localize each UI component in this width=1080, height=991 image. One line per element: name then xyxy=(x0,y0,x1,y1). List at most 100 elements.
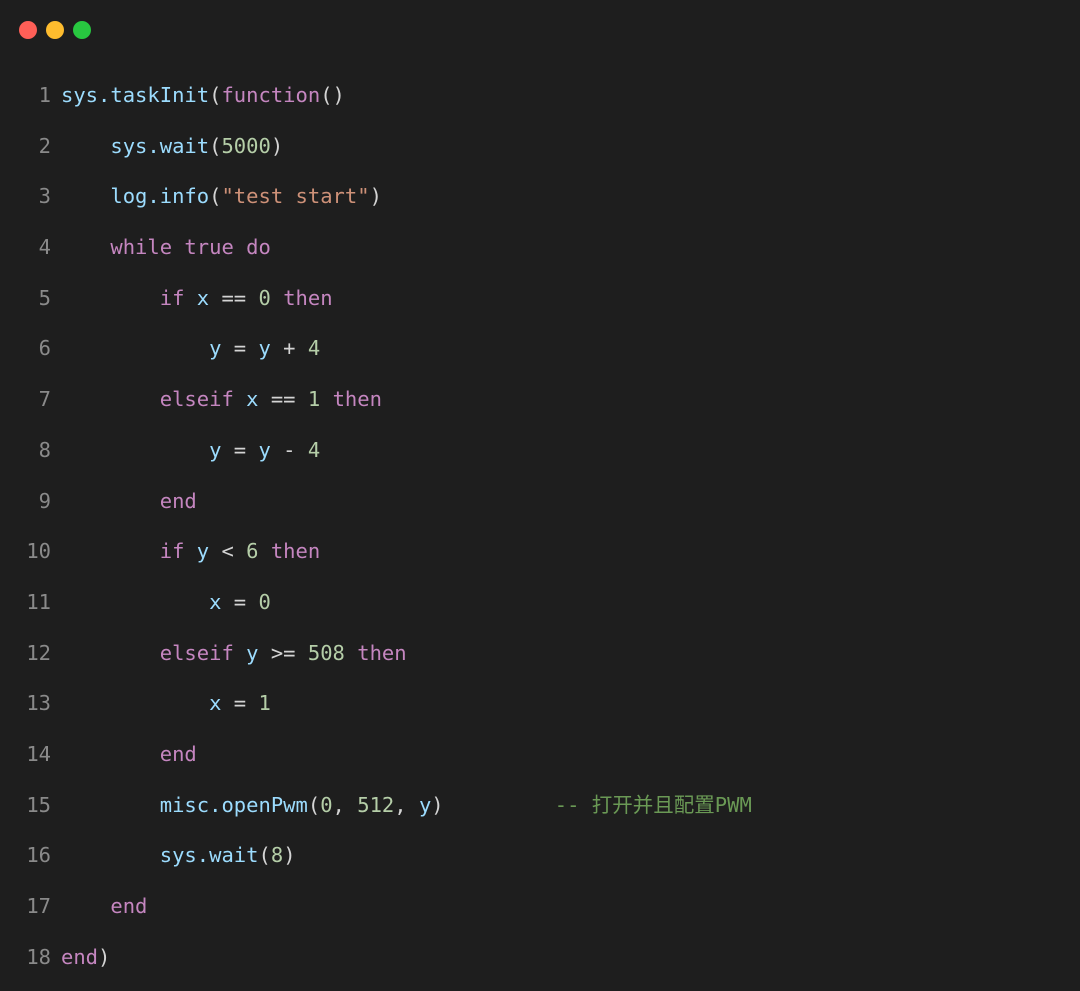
code-token: ( xyxy=(209,184,222,209)
code-token: + xyxy=(270,336,308,361)
code-token: == xyxy=(209,285,259,310)
line-number: 14 xyxy=(26,741,51,766)
code-content: end xyxy=(61,881,147,932)
code-token: 4 xyxy=(307,437,321,462)
code-token: () xyxy=(320,83,345,107)
code-token: sys.wait xyxy=(159,843,259,868)
code-token: 1 xyxy=(307,387,321,412)
line-number: 6 xyxy=(38,336,51,361)
code-token: then xyxy=(283,285,333,310)
code-token: , xyxy=(394,792,419,817)
code-line: 2 sys.wait(5000) xyxy=(0,121,1080,172)
code-line: 18 end) xyxy=(0,932,1080,983)
code-token: - xyxy=(270,437,308,462)
line-number: 2 xyxy=(38,133,51,158)
code-content: x = 0 xyxy=(61,577,271,628)
line-number: 3 xyxy=(38,184,51,209)
code-token: then xyxy=(270,539,321,564)
line-number: 17 xyxy=(26,894,51,918)
code-token: ) xyxy=(369,184,382,209)
code-token: 0 xyxy=(258,589,271,614)
code-content: while true do xyxy=(61,222,271,273)
code-token: 4 xyxy=(307,336,321,361)
code-token: then xyxy=(332,387,382,412)
code-token: misc.openPwm xyxy=(159,792,308,817)
code-content: log.info("test start") xyxy=(61,171,382,222)
code-line: 10 if y < 6 then xyxy=(0,526,1080,577)
code-token: log.info xyxy=(110,184,210,209)
code-token: 8 xyxy=(270,843,284,868)
line-number: 11 xyxy=(26,589,51,614)
code-token: x xyxy=(209,589,222,614)
code-token: ) xyxy=(283,843,296,868)
code-line: 9 end xyxy=(0,476,1080,527)
code-line: 13 x = 1 xyxy=(0,678,1080,729)
code-content: misc.openPwm(0, 512, y) -- 打开并且配置PWM xyxy=(61,780,752,831)
code-token: = xyxy=(221,589,259,614)
code-token: sys.taskInit xyxy=(61,83,210,107)
code-token: end xyxy=(159,741,197,766)
code-token: ) xyxy=(270,133,284,158)
minimize-button[interactable] xyxy=(46,21,64,39)
code-window: 1 sys.taskInit(function() 2 sys.wait(5000)… xyxy=(0,0,1080,991)
code-token: sys.wait xyxy=(110,133,210,158)
line-number: 9 xyxy=(38,488,51,513)
line-number: 5 xyxy=(38,285,51,310)
line-number: 8 xyxy=(38,437,51,462)
code-token: x xyxy=(196,285,210,310)
code-line: 11 x = 0 xyxy=(0,577,1080,628)
line-number: 4 xyxy=(38,235,51,260)
code-content: elseif y >= 508 then xyxy=(61,628,407,679)
code-token: elseif xyxy=(159,387,234,412)
line-number: 13 xyxy=(26,691,51,716)
code-token: ( xyxy=(307,792,321,817)
code-token: , xyxy=(332,792,358,817)
code-token: end xyxy=(159,488,197,513)
code-line: 8 y = y - 4 xyxy=(0,425,1080,476)
maximize-button[interactable] xyxy=(73,21,91,39)
code-content: if y < 6 then xyxy=(61,526,320,577)
code-token: x xyxy=(209,691,222,716)
code-token: y xyxy=(418,792,432,817)
close-button[interactable] xyxy=(19,21,37,39)
code-token: y xyxy=(196,539,210,564)
code-line: 15 misc.openPwm(0, 512, y) -- 打开并且配置PWM xyxy=(0,780,1080,831)
code-content: x = 1 xyxy=(61,678,271,729)
code-token: ) xyxy=(431,792,444,817)
window-controls xyxy=(19,21,91,39)
code-token: < xyxy=(209,539,247,564)
code-token: 508 xyxy=(307,640,345,665)
code-token: = xyxy=(221,336,259,361)
code-block: 1 sys.taskInit(function() 2 sys.wait(5000)… xyxy=(0,70,1080,982)
code-token: while true do xyxy=(110,235,271,260)
code-token: ( xyxy=(209,133,222,158)
code-token: y xyxy=(209,336,222,361)
code-token: end xyxy=(61,944,99,969)
code-token: x xyxy=(246,387,259,412)
code-content: end xyxy=(61,729,197,780)
code-token: 0 xyxy=(258,285,271,310)
code-line: 17 end xyxy=(0,881,1080,932)
code-token: y xyxy=(246,640,259,665)
code-token: y xyxy=(258,336,271,361)
code-token: = xyxy=(221,437,259,462)
code-line: 4 while true do xyxy=(0,222,1080,273)
code-content: y = y + 4 xyxy=(61,323,320,374)
code-line: 7 elseif x == 1 then xyxy=(0,374,1080,425)
code-line: 6 y = y + 4 xyxy=(0,323,1080,374)
